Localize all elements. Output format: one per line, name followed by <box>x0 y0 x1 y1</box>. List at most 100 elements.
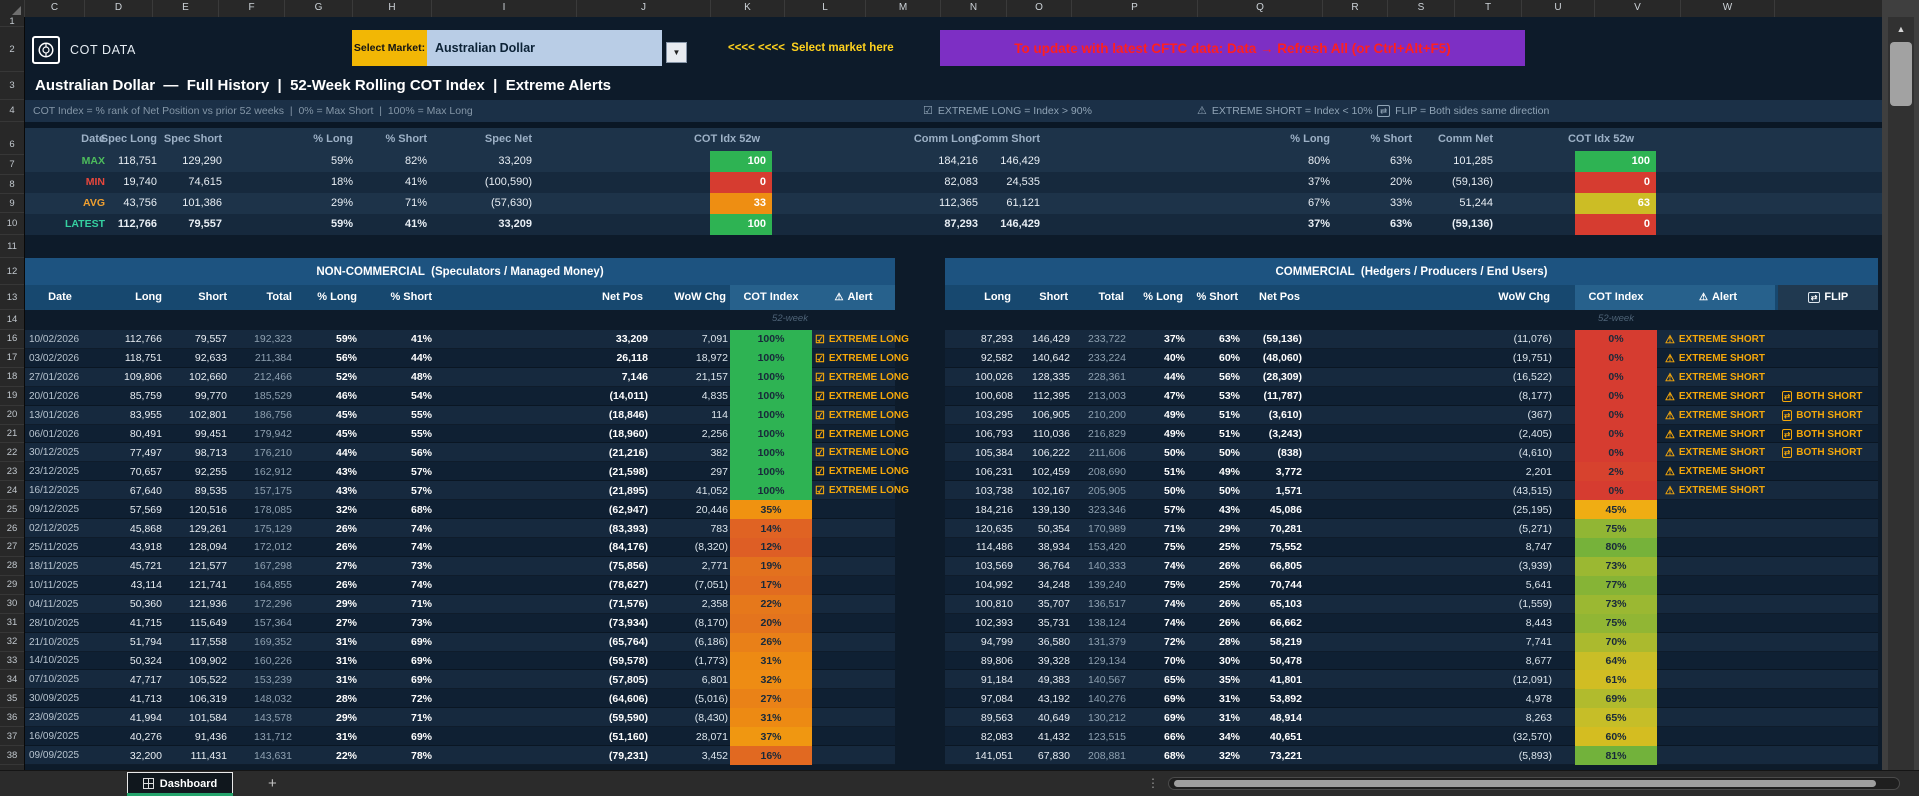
cell[interactable]: (367) <box>1302 406 1552 425</box>
cell[interactable]: (65,764) <box>432 633 648 652</box>
cell[interactable]: 31% <box>1185 689 1240 708</box>
cell[interactable]: 57,569 <box>93 500 162 519</box>
cell[interactable]: 146,429 <box>1013 330 1070 349</box>
cell[interactable]: 43% <box>292 481 357 500</box>
cot-index-cell[interactable]: 64% <box>1575 651 1657 671</box>
cell[interactable]: (73,934) <box>432 614 648 633</box>
cell[interactable]: 66,662 <box>1240 614 1302 633</box>
cell[interactable]: 09/09/2025 <box>29 746 93 765</box>
row-header-18[interactable]: 18 <box>0 368 24 387</box>
cell[interactable]: 69% <box>357 670 432 689</box>
cell[interactable]: 130,212 <box>1070 708 1126 727</box>
cell[interactable]: 205,905 <box>1070 481 1126 500</box>
cell[interactable]: (8,170) <box>648 614 728 633</box>
cell[interactable]: 31% <box>292 652 357 671</box>
cell[interactable]: 140,567 <box>1070 670 1126 689</box>
cell[interactable]: 323,346 <box>1070 500 1126 519</box>
cell[interactable]: 131,712 <box>227 727 292 746</box>
cell[interactable]: 1,571 <box>1240 481 1302 500</box>
summary-cot-index-cell[interactable]: 100 <box>710 214 772 235</box>
column-header-U[interactable]: U <box>1522 0 1595 17</box>
cell[interactable]: 41,715 <box>93 614 162 633</box>
cot-index-cell[interactable]: 80% <box>1575 538 1657 557</box>
summary-cell[interactable]: 18% <box>283 172 353 193</box>
row-header-35[interactable]: 35 <box>0 689 24 709</box>
cell[interactable]: 170,989 <box>1070 519 1126 538</box>
cell[interactable]: 43% <box>292 462 357 481</box>
summary-cell[interactable]: 33% <box>1342 193 1412 214</box>
cell[interactable]: 23/12/2025 <box>29 462 93 481</box>
cell[interactable]: (8,177) <box>1302 387 1552 406</box>
summary-cell[interactable]: (59,136) <box>1403 172 1493 193</box>
row-header-34[interactable]: 34 <box>0 670 24 690</box>
row-header-1[interactable]: 1 <box>0 16 24 27</box>
cot-index-cell[interactable]: 100% <box>730 443 812 463</box>
cell[interactable]: (59,590) <box>432 708 648 727</box>
cell[interactable]: (57,805) <box>432 670 648 689</box>
cell[interactable]: 109,902 <box>162 652 227 671</box>
cell[interactable]: 34% <box>1185 727 1240 746</box>
cell[interactable]: 30/09/2025 <box>29 689 93 708</box>
cell[interactable]: 20/01/2026 <box>29 387 93 406</box>
cell[interactable]: 121,577 <box>162 557 227 576</box>
cell[interactable]: 179,942 <box>227 425 292 444</box>
summary-cot-index-cell[interactable]: 0 <box>710 172 772 193</box>
cot-index-cell[interactable]: 0% <box>1575 424 1657 444</box>
cell[interactable]: 31% <box>292 633 357 652</box>
cell[interactable]: 208,881 <box>1070 746 1126 765</box>
cell[interactable]: 8,677 <box>1302 652 1552 671</box>
cell[interactable]: (59,578) <box>432 652 648 671</box>
column-header-O[interactable]: O <box>1007 0 1072 17</box>
cell[interactable]: 79,557 <box>162 330 227 349</box>
cot-index-cell[interactable]: 22% <box>730 594 812 614</box>
cell[interactable]: (64,606) <box>432 689 648 708</box>
cell[interactable]: 98,713 <box>162 443 227 462</box>
cell[interactable]: 139,240 <box>1070 576 1126 595</box>
cell[interactable]: 106,905 <box>1013 406 1070 425</box>
cell[interactable]: 28,071 <box>648 727 728 746</box>
cell[interactable]: (48,060) <box>1240 349 1302 368</box>
cell[interactable]: 29% <box>292 595 357 614</box>
cell[interactable]: 45,721 <box>93 557 162 576</box>
cell[interactable]: 3,772 <box>1240 462 1302 481</box>
row-header-6[interactable]: 6 <box>0 135 24 155</box>
column-header-P[interactable]: P <box>1072 0 1198 17</box>
cell[interactable]: 70,657 <box>93 462 162 481</box>
cell[interactable]: 18,972 <box>648 349 728 368</box>
cell[interactable]: 109,806 <box>93 368 162 387</box>
row-header-29[interactable]: 29 <box>0 576 24 595</box>
cell[interactable]: 69% <box>1126 708 1185 727</box>
cell[interactable]: 25% <box>1185 538 1240 557</box>
cell[interactable]: 4,978 <box>1302 689 1552 708</box>
row-header-2[interactable]: 2 <box>0 27 24 72</box>
cell[interactable]: 50% <box>1126 443 1185 462</box>
cell[interactable]: 31% <box>292 670 357 689</box>
cell[interactable]: 94,799 <box>945 633 1013 652</box>
cell[interactable]: 69% <box>357 633 432 652</box>
cell[interactable]: 102,167 <box>1013 481 1070 500</box>
cell[interactable]: 52% <box>292 368 357 387</box>
cot-index-cell[interactable]: 20% <box>730 613 812 633</box>
cot-index-cell[interactable]: 73% <box>1575 556 1657 576</box>
cell[interactable]: (3,939) <box>1302 557 1552 576</box>
cell[interactable]: 6,801 <box>648 670 728 689</box>
cell[interactable]: 23/09/2025 <box>29 708 93 727</box>
summary-cell[interactable]: 129,290 <box>160 151 222 172</box>
cot-index-cell[interactable]: 77% <box>1575 575 1657 595</box>
select-all-corner[interactable] <box>0 0 25 17</box>
cell[interactable]: 50,360 <box>93 595 162 614</box>
cell[interactable]: 210,200 <box>1070 406 1126 425</box>
cot-index-cell[interactable]: 12% <box>730 538 812 557</box>
cot-index-cell[interactable]: 17% <box>730 575 812 595</box>
cot-index-cell[interactable]: 14% <box>730 519 812 539</box>
cot-index-cell[interactable]: 31% <box>730 651 812 671</box>
cell[interactable]: 14/10/2025 <box>29 652 93 671</box>
summary-cot-index-cell[interactable]: 100 <box>1575 151 1656 172</box>
cell[interactable]: 56% <box>357 443 432 462</box>
cell[interactable]: 58,219 <box>1240 633 1302 652</box>
column-header-J[interactable]: J <box>577 0 711 17</box>
cell[interactable]: 89,806 <box>945 652 1013 671</box>
cell[interactable]: 97,084 <box>945 689 1013 708</box>
column-header-Q[interactable]: Q <box>1198 0 1323 17</box>
cell[interactable]: 36,764 <box>1013 557 1070 576</box>
